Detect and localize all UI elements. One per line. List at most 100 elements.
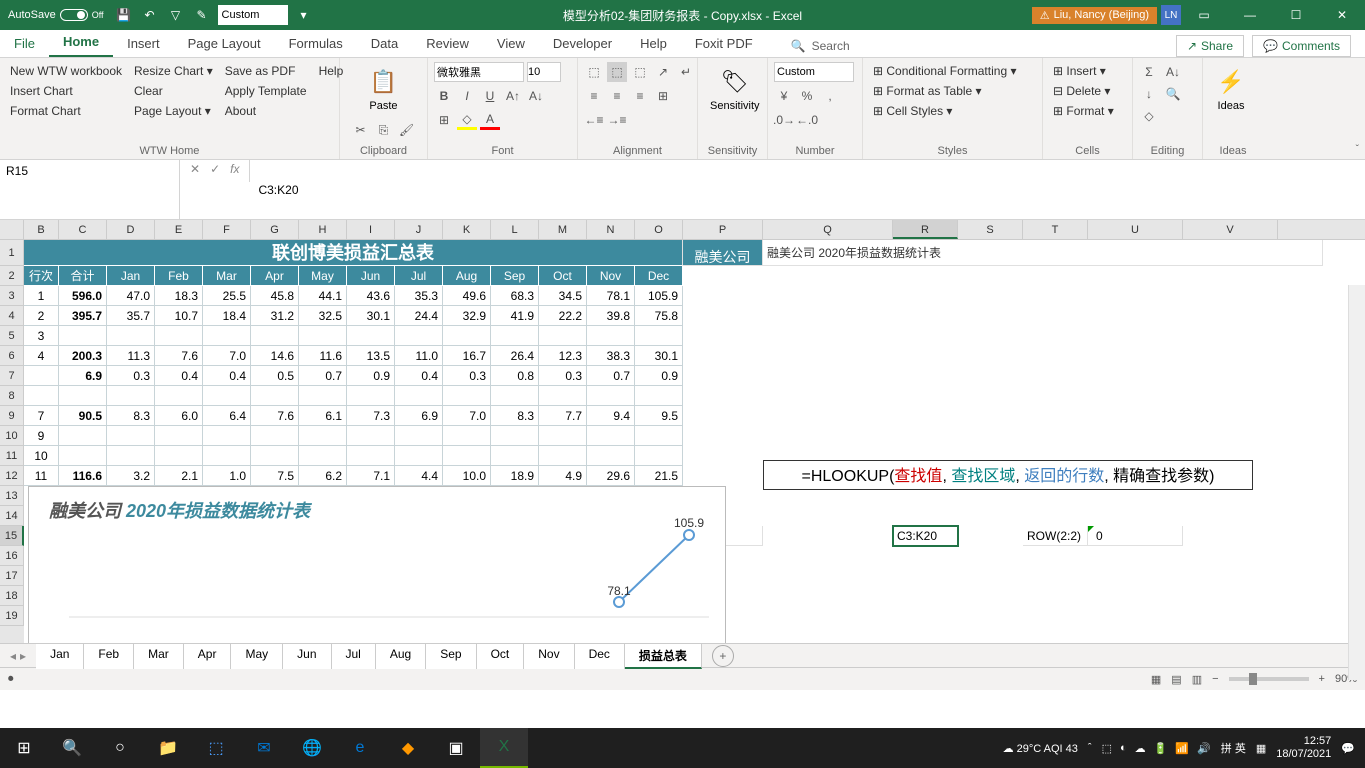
cell[interactable] (24, 366, 59, 386)
row-header[interactable]: 8 (0, 386, 24, 406)
cell[interactable]: 0.4 (155, 366, 203, 386)
cell[interactable]: C3:K20 (893, 526, 958, 546)
cell[interactable]: 6.9 (59, 366, 107, 386)
cell[interactable]: 0.4 (395, 366, 443, 386)
font-size-select[interactable] (527, 62, 561, 82)
cell[interactable] (347, 326, 395, 346)
autosum-icon[interactable]: Σ (1139, 62, 1159, 82)
cell[interactable]: 融美公司 2020年损益数据统计表 (763, 240, 1323, 266)
align-middle-icon[interactable]: ⬚ (607, 62, 627, 82)
cell[interactable]: 49.6 (443, 286, 491, 306)
cell[interactable]: 32.5 (299, 306, 347, 326)
cell[interactable]: 26.4 (491, 346, 539, 366)
tab-developer[interactable]: Developer (539, 30, 626, 57)
cell[interactable] (395, 326, 443, 346)
cell[interactable]: 13.5 (347, 346, 395, 366)
row-header[interactable]: 6 (0, 346, 24, 366)
merge-icon[interactable]: ⊞ (653, 86, 673, 106)
cell[interactable]: Jul (395, 266, 443, 286)
cell[interactable]: 7.5 (251, 466, 299, 486)
cell[interactable] (491, 326, 539, 346)
tray-icon[interactable]: ☁ (1135, 742, 1146, 755)
cell[interactable]: 39.8 (587, 306, 635, 326)
cell[interactable]: 0.7 (587, 366, 635, 386)
cell[interactable]: 32.9 (443, 306, 491, 326)
record-macro-icon[interactable]: ⏺ (8, 673, 14, 686)
row-header[interactable]: 4 (0, 306, 24, 326)
align-right-icon[interactable]: ≡ (630, 86, 650, 106)
cell[interactable]: 3 (24, 326, 59, 346)
format-painter-icon[interactable]: 🖌 (397, 120, 417, 140)
tray-icon[interactable]: 🔊 (1197, 742, 1211, 755)
cell[interactable] (587, 426, 635, 446)
column-header[interactable]: E (155, 220, 203, 239)
select-all-corner[interactable] (0, 220, 24, 239)
decrease-font-icon[interactable]: A↓ (526, 86, 546, 106)
apply-template-button[interactable]: Apply Template (221, 82, 311, 100)
number-format-select[interactable] (774, 62, 854, 82)
cell[interactable]: 14.6 (251, 346, 299, 366)
cell[interactable]: Sep (491, 266, 539, 286)
cell[interactable]: Dec (635, 266, 683, 286)
cell[interactable] (155, 386, 203, 406)
cell[interactable]: 16.7 (443, 346, 491, 366)
cell[interactable] (347, 386, 395, 406)
cell[interactable]: 78.1 (587, 286, 635, 306)
column-header[interactable]: J (395, 220, 443, 239)
sheet-tab[interactable]: Jan (36, 643, 84, 669)
cell[interactable]: 2 (24, 306, 59, 326)
row-header[interactable]: 3 (0, 286, 24, 306)
increase-decimal-icon[interactable]: .0→ (774, 110, 794, 130)
cell[interactable]: 0.9 (347, 366, 395, 386)
column-header[interactable]: B (24, 220, 59, 239)
format-as-table-button[interactable]: ⊞ Format as Table ▾ (869, 82, 1020, 100)
cell[interactable]: 10 (24, 446, 59, 466)
cell[interactable]: 18.3 (155, 286, 203, 306)
cell[interactable]: 22.2 (539, 306, 587, 326)
share-button[interactable]: ↗ Share (1176, 35, 1244, 57)
cell[interactable]: 8.3 (491, 406, 539, 426)
cell[interactable]: 47.0 (107, 286, 155, 306)
cell[interactable] (443, 446, 491, 466)
sheet-tab[interactable]: Jun (283, 643, 331, 669)
fx-icon[interactable]: fx (230, 162, 239, 176)
search-box[interactable]: 🔍 Search (787, 35, 854, 57)
cell[interactable] (59, 386, 107, 406)
sheet-tab[interactable]: Oct (477, 643, 525, 669)
cell[interactable]: 11.6 (299, 346, 347, 366)
cell[interactable] (299, 426, 347, 446)
cell[interactable] (491, 446, 539, 466)
cell[interactable] (251, 426, 299, 446)
borders-icon[interactable]: ⊞ (434, 110, 454, 130)
sheet-tab[interactable]: 损益总表 (625, 643, 702, 669)
tab-view[interactable]: View (483, 30, 539, 57)
cell[interactable] (347, 446, 395, 466)
sort-filter-icon[interactable]: A↓ (1163, 62, 1183, 82)
row-header[interactable]: 13 (0, 486, 24, 506)
align-left-icon[interactable]: ≡ (584, 86, 604, 106)
column-header[interactable]: P (683, 220, 763, 239)
cell[interactable]: 35.3 (395, 286, 443, 306)
about-button[interactable]: About (221, 102, 311, 120)
filter-icon[interactable]: ▽ (166, 5, 186, 25)
cell[interactable]: 25.5 (203, 286, 251, 306)
cell[interactable] (443, 326, 491, 346)
cell[interactable]: 3.2 (107, 466, 155, 486)
cell[interactable]: Jan (107, 266, 155, 286)
cell[interactable]: 7.6 (155, 346, 203, 366)
save-as-pdf-button[interactable]: Save as PDF (221, 62, 311, 80)
cell[interactable]: 7.3 (347, 406, 395, 426)
cell[interactable]: 75.8 (635, 306, 683, 326)
outlook-icon[interactable]: ✉ (240, 728, 288, 768)
cell[interactable] (395, 386, 443, 406)
cell[interactable]: 4.4 (395, 466, 443, 486)
column-header[interactable]: N (587, 220, 635, 239)
decrease-indent-icon[interactable]: ←≡ (584, 110, 604, 130)
column-header[interactable]: C (59, 220, 107, 239)
underline-button[interactable]: U (480, 86, 500, 106)
row-header[interactable]: 2 (0, 266, 24, 286)
sensitivity-button[interactable]: 🏷 Sensitivity (704, 62, 766, 116)
tray-icon[interactable]: ◐ (1120, 742, 1127, 755)
excel-taskbar-icon[interactable]: X (480, 728, 528, 768)
sheet-nav-next-icon[interactable]: ▸ (20, 649, 26, 663)
